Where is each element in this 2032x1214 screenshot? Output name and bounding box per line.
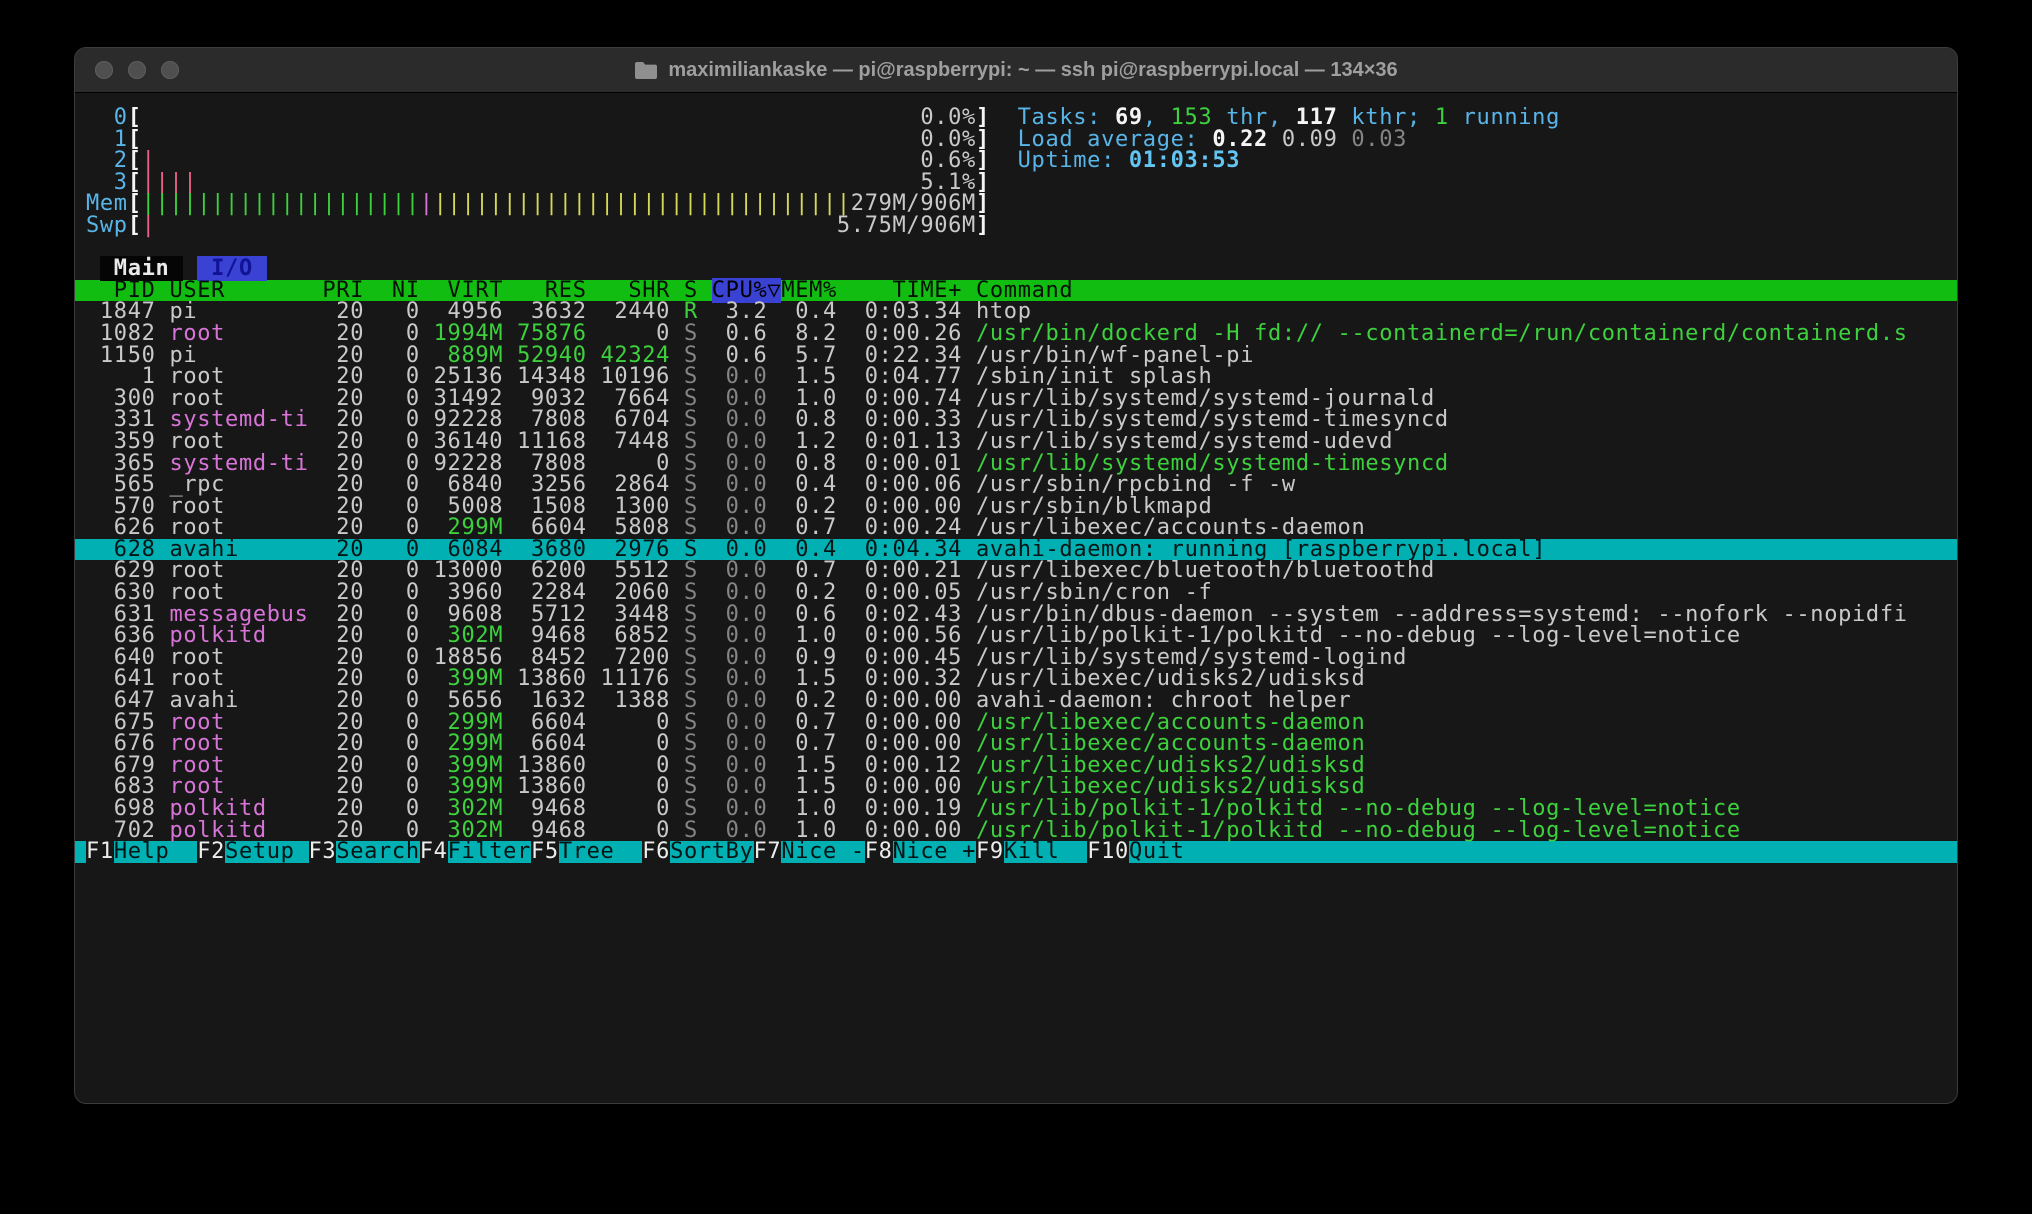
process-row[interactable]: 641 root 20 0 399M 13860 11176 S 0.0 1.5… <box>75 668 1957 690</box>
fkey-f9-kill-button[interactable]: Kill <box>1004 839 1087 864</box>
fkey-f3-search-button[interactable]: Search <box>336 839 419 864</box>
fkey-f7-key[interactable]: F7 <box>754 839 782 864</box>
fkey-f1-help-button[interactable]: Help <box>114 839 197 864</box>
titlebar: maximiliankaske — pi@raspberrypi: ~ — ss… <box>75 48 1957 93</box>
process-row[interactable]: 698 polkitd 20 0 302M 9468 0 S 0.0 1.0 0… <box>75 798 1957 820</box>
window-title-text: maximiliankaske — pi@raspberrypi: ~ — ss… <box>668 59 1397 82</box>
process-row[interactable]: 565 _rpc 20 0 6840 3256 2864 S 0.0 0.4 0… <box>75 474 1957 496</box>
mem-meter: Mem[||||||||||||||||||||||||||||||||||||… <box>75 193 1957 215</box>
folder-icon <box>634 61 658 80</box>
process-row[interactable]: 359 root 20 0 36140 11168 7448 S 0.0 1.2… <box>75 431 1957 453</box>
process-row[interactable]: 631 messagebus 20 0 9608 5712 3448 S 0.0… <box>75 604 1957 626</box>
process-row[interactable]: 628 avahi 20 0 6084 3680 2976 S 0.0 0.4 … <box>75 539 1957 561</box>
fkey-f10-quit-button[interactable]: Quit <box>1129 839 1212 864</box>
swp-meter: Swp[| 5.75M/906M] <box>75 215 1957 237</box>
process-row[interactable]: 676 root 20 0 299M 6604 0 S 0.0 0.7 0:00… <box>75 733 1957 755</box>
cpu-meter-3: 3[|||| 5.1%] <box>75 172 1957 194</box>
process-row[interactable]: 626 root 20 0 299M 6604 5808 S 0.0 0.7 0… <box>75 517 1957 539</box>
process-row[interactable]: 1150 pi 20 0 889M 52940 42324 S 0.6 5.7 … <box>75 345 1957 367</box>
fkey-f2-setup-button[interactable]: Setup <box>225 839 308 864</box>
fkey-f8-key[interactable]: F8 <box>865 839 893 864</box>
fkey-f6-sortby-button[interactable]: SortBy <box>670 839 753 864</box>
process-row[interactable]: 675 root 20 0 299M 6604 0 S 0.0 0.7 0:00… <box>75 712 1957 734</box>
cpu-meter-2: 2[| 0.6%] Uptime: 01:03:53 <box>75 150 1957 172</box>
fkey-f1-key[interactable]: F1 <box>86 839 114 864</box>
window-title: maximiliankaske — pi@raspberrypi: ~ — ss… <box>634 59 1397 82</box>
process-row[interactable]: 1082 root 20 0 1994M 75876 0 S 0.6 8.2 0… <box>75 323 1957 345</box>
process-row[interactable]: 702 polkitd 20 0 302M 9468 0 S 0.0 1.0 0… <box>75 820 1957 842</box>
fkey-f6-key[interactable]: F6 <box>642 839 670 864</box>
process-row[interactable]: 630 root 20 0 3960 2284 2060 S 0.0 0.2 0… <box>75 582 1957 604</box>
traffic-lights <box>95 48 179 92</box>
process-row[interactable]: 636 polkitd 20 0 302M 9468 6852 S 0.0 1.… <box>75 625 1957 647</box>
process-row[interactable]: 679 root 20 0 399M 13860 0 S 0.0 1.5 0:0… <box>75 755 1957 777</box>
process-row[interactable]: 331 systemd-ti 20 0 92228 7808 6704 S 0.… <box>75 409 1957 431</box>
fkey-f5-key[interactable]: F5 <box>531 839 559 864</box>
zoom-button[interactable] <box>161 61 179 79</box>
fkey-f8-nice-button[interactable]: Nice + <box>893 839 976 864</box>
cpu-meter-0: 0[ 0.0%] Tasks: 69, 153 thr, 117 kthr; 1… <box>75 107 1957 129</box>
minimize-button[interactable] <box>128 61 146 79</box>
fkey-f4-filter-button[interactable]: Filter <box>448 839 531 864</box>
terminal-content: 0[ 0.0%] Tasks: 69, 153 thr, 117 kthr; 1… <box>75 93 1957 863</box>
fkey-f2-key[interactable]: F2 <box>197 839 225 864</box>
desktop: { "window": { "title": "maximiliankaske … <box>0 0 2032 1214</box>
fkey-f4-key[interactable]: F4 <box>420 839 448 864</box>
process-row[interactable]: 629 root 20 0 13000 6200 5512 S 0.0 0.7 … <box>75 560 1957 582</box>
process-row[interactable]: 1 root 20 0 25136 14348 10196 S 0.0 1.5 … <box>75 366 1957 388</box>
fkey-f9-key[interactable]: F9 <box>976 839 1004 864</box>
process-row[interactable]: 683 root 20 0 399M 13860 0 S 0.0 1.5 0:0… <box>75 776 1957 798</box>
terminal-window: maximiliankaske — pi@raspberrypi: ~ — ss… <box>74 47 1958 1104</box>
cpu-meter-1: 1[ 0.0%] Load average: 0.22 0.09 0.03 <box>75 129 1957 151</box>
process-row[interactable]: 570 root 20 0 5008 1508 1300 S 0.0 0.2 0… <box>75 496 1957 518</box>
process-row[interactable]: 1847 pi 20 0 4956 3632 2440 R 3.2 0.4 0:… <box>75 301 1957 323</box>
close-button[interactable] <box>95 61 113 79</box>
table-header-row: PID USER PRI NI VIRT RES SHR S CPU%▽MEM%… <box>75 280 1957 302</box>
process-row[interactable]: 640 root 20 0 18856 8452 7200 S 0.0 0.9 … <box>75 647 1957 669</box>
fkey-f7-nice-button[interactable]: Nice - <box>781 839 864 864</box>
function-key-bar: F1Help F2Setup F3SearchF4FilterF5Tree F6… <box>75 841 1957 863</box>
fkey-f5-tree-button[interactable]: Tree <box>559 839 642 864</box>
fkey-f10-key[interactable]: F10 <box>1087 839 1129 864</box>
process-row[interactable]: 365 systemd-ti 20 0 92228 7808 0 S 0.0 0… <box>75 453 1957 475</box>
fkey-f3-key[interactable]: F3 <box>309 839 337 864</box>
screen-tabs: Main I/O <box>75 258 1957 280</box>
process-row[interactable]: 647 avahi 20 0 5656 1632 1388 S 0.0 0.2 … <box>75 690 1957 712</box>
process-row[interactable]: 300 root 20 0 31492 9032 7664 S 0.0 1.0 … <box>75 388 1957 410</box>
blank-line <box>75 237 1957 259</box>
